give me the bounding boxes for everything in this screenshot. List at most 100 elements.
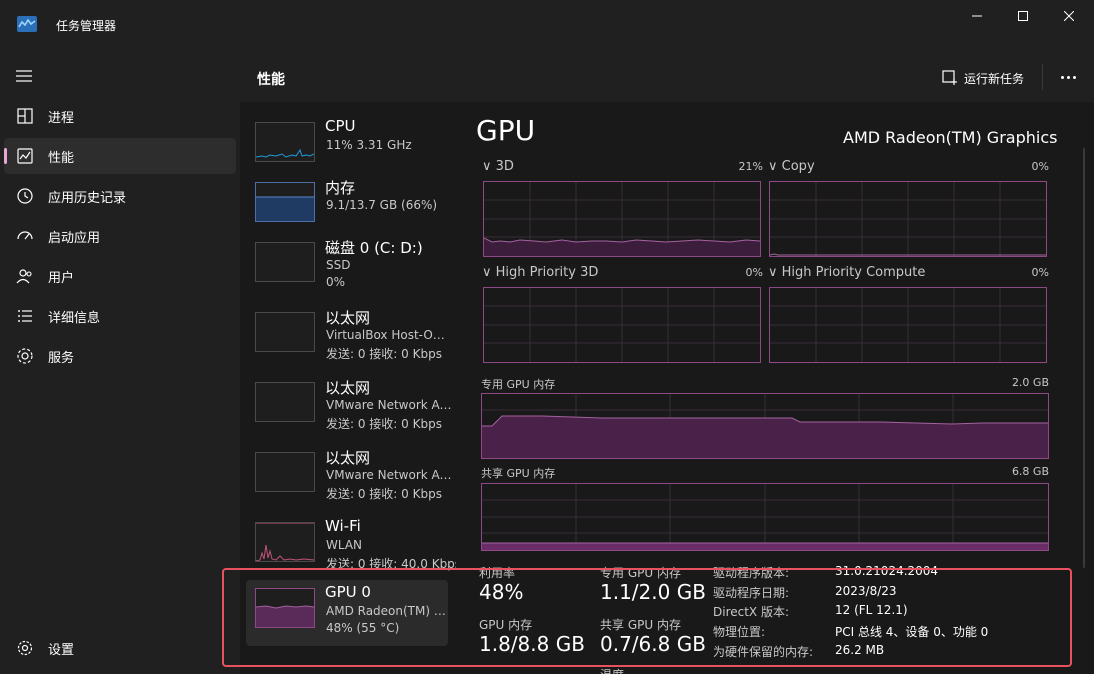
reserved-memory-label: 为硬件保留的内存:: [713, 645, 814, 659]
chevron-down-icon: ∨: [768, 159, 778, 174]
performance-icon: [17, 148, 33, 164]
main-header: 性能 运行新任务: [240, 52, 1094, 102]
directx-version-value: 12 (FL 12.1): [835, 603, 908, 617]
driver-date-value: 2023/8/23: [835, 584, 897, 598]
device-detail: 发送: 0 接收: 0 Kbps: [326, 417, 442, 431]
ethernet-thumbnail-graph: [255, 452, 315, 492]
device-detail: AMD Radeon(TM) Graphics: [326, 604, 452, 618]
services-icon: [17, 348, 33, 364]
device-detail: WLAN: [326, 538, 363, 552]
sidebar-item-app-history[interactable]: 应用历史记录: [4, 178, 236, 214]
device-name: CPU: [325, 117, 356, 135]
run-new-task-button[interactable]: 运行新任务: [942, 67, 1024, 89]
device-detail: SSD: [326, 258, 351, 272]
device-item-ethernet-3[interactable]: 以太网 VMware Network Adapter VMnet8 发送: 0 …: [246, 444, 452, 510]
device-detail: 48% (55 °C): [326, 621, 400, 635]
engine-hp3d-label[interactable]: ∨ High Priority 3D: [482, 265, 598, 280]
device-detail: VMware Network Adapter VMnet1: [326, 398, 452, 412]
device-detail: 11% 3.31 GHz: [326, 138, 412, 152]
engine-name: 3D: [495, 159, 514, 174]
device-name: 以太网: [325, 449, 371, 467]
gpu-model-name: AMD Radeon(TM) Graphics: [843, 128, 1058, 147]
menu-icon[interactable]: [14, 66, 34, 86]
dedicated-memory-plot: [482, 394, 1048, 458]
device-detail: VMware Network Adapter VMnet8: [326, 468, 452, 482]
sidebar-item-label: 性能: [48, 151, 75, 166]
shared-memory-max: 6.8 GB: [1011, 465, 1049, 478]
sidebar-item-performance[interactable]: 性能: [4, 138, 236, 174]
engine-hpcompute-percent: 0%: [1031, 266, 1049, 279]
driver-version-value: 31.0.21024.2004: [835, 564, 939, 578]
gpu-memory-value: 1.8/8.8 GB: [479, 632, 585, 656]
device-item-ethernet-2[interactable]: 以太网 VMware Network Adapter VMnet1 发送: 0 …: [246, 374, 452, 440]
wifi-thumbnail-graph: [255, 522, 315, 562]
cpu-sparkline: [256, 148, 314, 158]
shared-memory-stat-label: 共享 GPU 内存: [600, 618, 681, 632]
engine-copy-percent: 0%: [1031, 160, 1049, 173]
device-name: 内存: [325, 179, 356, 197]
engine-3d-graph: [483, 181, 761, 257]
sidebar-item-label: 用户: [48, 271, 75, 286]
new-task-icon: [942, 70, 957, 85]
gear-icon: [17, 640, 33, 656]
device-item-ethernet-1[interactable]: 以太网 VirtualBox Host-Only Network 发送: 0 接…: [246, 304, 452, 370]
engine-hp3d-percent: 0%: [745, 266, 763, 279]
memory-fill: [256, 196, 314, 221]
device-item-wifi[interactable]: Wi-Fi WLAN 发送: 0 接收: 40.0 Kbps: [246, 514, 456, 580]
reserved-memory-value: 26.2 MB: [835, 643, 885, 657]
more-options-button[interactable]: [1056, 67, 1080, 87]
sidebar-item-label: 详细信息: [48, 311, 101, 326]
chevron-down-icon: ∨: [482, 159, 492, 174]
engine-hpcompute-label[interactable]: ∨ High Priority Compute: [768, 265, 925, 280]
scrollbar[interactable]: [1083, 148, 1085, 568]
dedicated-memory-stat-label: 专用 GPU 内存: [600, 566, 681, 580]
sidebar-item-startup-apps[interactable]: 启动应用: [4, 218, 236, 254]
engine-hpcompute-plot: [770, 288, 1046, 362]
sidebar-item-label: 应用历史记录: [48, 191, 127, 206]
dedicated-memory-max: 2.0 GB: [1011, 376, 1049, 389]
gpu-memory-label: GPU 内存: [479, 618, 533, 632]
gpu-title: GPU: [476, 114, 536, 147]
device-item-gpu[interactable]: GPU 0 AMD Radeon(TM) Graphics 48% (55 °C…: [246, 580, 452, 646]
device-detail: 发送: 0 接收: 0 Kbps: [326, 347, 442, 361]
cpu-thumbnail-graph: [255, 122, 315, 162]
device-item-disk[interactable]: 磁盘 0 (C: D:) SSD 0%: [246, 234, 448, 300]
startup-apps-icon: [17, 231, 33, 240]
header-divider: [1042, 64, 1043, 90]
sidebar-item-processes[interactable]: 进程: [4, 98, 236, 134]
device-item-memory[interactable]: 内存 9.1/13.7 GB (66%): [246, 174, 448, 240]
shared-memory-label: 共享 GPU 内存: [481, 467, 556, 480]
users-icon: [16, 269, 32, 284]
close-icon: [1064, 11, 1074, 21]
physical-location-value: PCI 总线 4、设备 0、功能 0: [835, 625, 989, 639]
chevron-down-icon: ∨: [768, 265, 778, 280]
device-name: 以太网: [325, 379, 371, 397]
minimize-button[interactable]: [954, 0, 1000, 32]
temperature-label: 温度: [600, 666, 624, 674]
details-icon: [18, 310, 32, 322]
dedicated-memory-label: 专用 GPU 内存: [481, 378, 556, 391]
memory-thumbnail-graph: [255, 182, 315, 222]
sidebar-item-services[interactable]: 服务: [4, 338, 236, 374]
engine-copy-label[interactable]: ∨ Copy: [768, 159, 815, 174]
app-history-icon: [17, 188, 33, 204]
sidebar-item-users[interactable]: 用户: [4, 258, 236, 294]
sidebar: 进程 性能 应用历史记录 启动应用 用户 详细信息 服务 设置: [0, 50, 240, 674]
app-title: 任务管理器: [56, 19, 117, 33]
device-item-cpu[interactable]: CPU 11% 3.31 GHz: [246, 114, 448, 180]
directx-version-label: DirectX 版本:: [713, 605, 790, 619]
maximize-button[interactable]: [1000, 0, 1046, 32]
utilization-value: 48%: [479, 580, 524, 604]
device-detail: VirtualBox Host-Only Network: [326, 328, 452, 342]
wifi-sparkline: [256, 523, 314, 561]
settings-button[interactable]: 设置: [4, 630, 236, 666]
close-button[interactable]: [1046, 0, 1092, 32]
physical-location-label: 物理位置:: [713, 625, 766, 639]
shared-memory-plot: [482, 484, 1048, 550]
engine-hpcompute-graph: [769, 287, 1047, 363]
main-panel: 性能 运行新任务 CPU 11% 3.31 GHz 内存 9.1/13.7 GB…: [240, 52, 1094, 674]
sidebar-item-details[interactable]: 详细信息: [4, 298, 236, 334]
engine-3d-label[interactable]: ∨ 3D: [482, 159, 514, 174]
gpu-sparkline: [256, 605, 314, 627]
engine-3d-percent: 21%: [738, 160, 763, 173]
